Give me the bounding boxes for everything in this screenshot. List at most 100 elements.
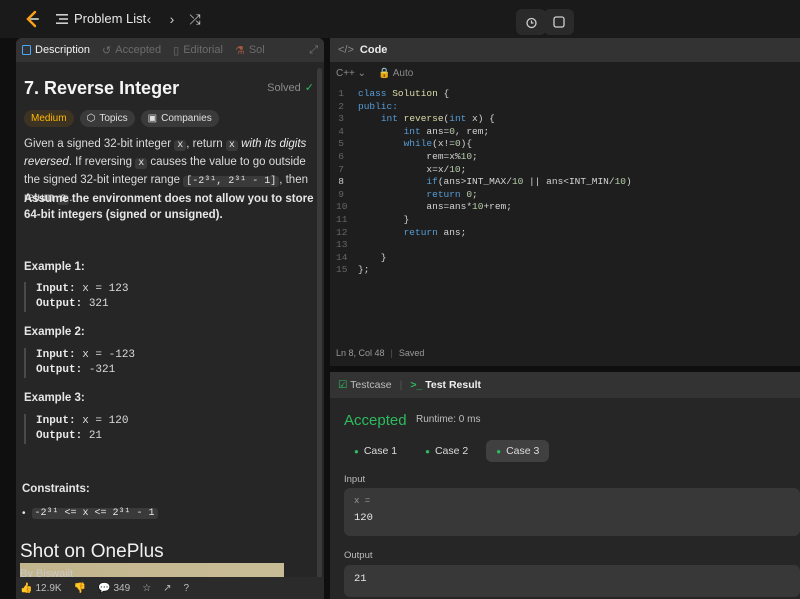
thumbs-up-icon: 👍 <box>20 582 33 594</box>
code-text: return 0; <box>426 188 478 200</box>
terminal-icon: >_ <box>410 379 423 391</box>
language-select[interactable]: C++ ⌄ <box>336 68 366 79</box>
line-number: 12 <box>336 226 348 238</box>
top-bar: Problem List ‹ › ⤮ <box>0 0 800 38</box>
favorite-icon[interactable]: ☆ <box>142 583 151 594</box>
tab-solutions[interactable]: ⚗ Sol <box>229 38 271 62</box>
code-text: class Solution { <box>358 88 450 99</box>
code-line: 7 x=x/10; <box>336 164 796 177</box>
prev-problem-icon[interactable]: ‹ <box>140 9 158 29</box>
help-icon[interactable]: ? <box>184 583 190 594</box>
code-text: }; <box>358 264 370 276</box>
expand-icon[interactable]: ⤢ <box>309 44 318 57</box>
notes-button[interactable] <box>544 9 574 35</box>
example-heading: Example 3: <box>24 392 85 404</box>
tab-description[interactable]: Description <box>16 38 96 62</box>
shuffle-icon[interactable]: ⤮ <box>186 9 204 29</box>
book-icon: ▯ <box>173 44 180 57</box>
topics-button[interactable]: ⬡ Topics <box>79 110 135 127</box>
example-heading: Example 1: <box>24 261 85 273</box>
line-number: 10 <box>336 201 348 213</box>
tab-testcase[interactable]: ☑ Testcase <box>338 379 392 391</box>
code-line: 6 rem=x%10; <box>336 151 796 164</box>
test-panel: ☑ Testcase | >_ Test Result Accepted Run… <box>330 372 800 599</box>
line-number: 3 <box>338 113 344 125</box>
line-number: 11 <box>336 213 348 225</box>
like-button[interactable]: 👍 12.9K <box>20 583 62 594</box>
timer-button[interactable] <box>516 9 546 35</box>
difficulty-badge[interactable]: Medium <box>24 110 74 127</box>
code-line: 1 class Solution { <box>336 88 796 101</box>
alarm-icon <box>525 17 537 28</box>
checkbox-icon: ☑ <box>338 379 348 391</box>
code-header: </> Code <box>330 38 800 62</box>
case-tab[interactable]: ● Case 3 <box>486 440 550 462</box>
output-label: Output <box>344 550 373 561</box>
line-number: 8 <box>338 176 344 188</box>
input-label: Input <box>344 474 366 485</box>
thumbs-down-icon: 👎 <box>73 582 87 594</box>
comment-icon: 💬 <box>98 582 111 594</box>
description-tabs: Description ↺ Accepted ▯ Editorial ⚗ Sol… <box>16 38 324 62</box>
document-icon <box>22 45 31 55</box>
dot-icon: ● <box>354 446 359 456</box>
constraint-item: • -2³¹ <= x <= 2³¹ - 1 <box>22 508 158 519</box>
line-number: 4 <box>338 125 344 137</box>
code-line: 13 <box>336 239 796 252</box>
note-icon <box>553 16 565 28</box>
leetcode-logo-icon[interactable] <box>24 10 40 28</box>
auto-toggle[interactable]: 🔒 Auto <box>378 68 413 79</box>
line-number: 5 <box>338 138 344 150</box>
example-box: Input: x = 123 Output: 321 <box>24 282 314 312</box>
dot-icon: ● <box>425 446 430 456</box>
line-number: 9 <box>338 188 344 200</box>
problem-list-link[interactable]: Problem List <box>74 11 146 26</box>
code-text: return ans; <box>403 226 467 238</box>
code-icon: </> <box>338 44 354 56</box>
tab-accepted[interactable]: ↺ Accepted <box>96 38 167 62</box>
line-number: 1 <box>338 88 344 99</box>
input-box: x = 120 <box>344 488 800 536</box>
runtime: Runtime: 0 ms <box>416 414 481 425</box>
code-line: 15}; <box>336 264 796 277</box>
line-number: 2 <box>338 100 344 112</box>
tab-editorial[interactable]: ▯ Editorial <box>167 38 229 62</box>
code-text: if(ans>INT_MAX/10 || ans<INT_MIN/10) <box>426 176 632 188</box>
companies-button[interactable]: ▣ Companies <box>140 110 219 127</box>
problem-title: 7. Reverse Integer <box>24 78 180 98</box>
code-line: 4 int ans=0, rem; <box>336 126 796 139</box>
share-icon[interactable]: ↗ <box>163 583 171 594</box>
dot-icon: ● <box>496 446 502 456</box>
tag-icon: ⬡ <box>86 113 96 124</box>
code-text: } <box>358 251 387 263</box>
editor-status: Ln 8, Col 48 | Saved <box>336 348 425 358</box>
line-number: 13 <box>336 239 348 251</box>
code-text: int ans=0, rem; <box>403 125 490 137</box>
line-number: 15 <box>336 264 348 276</box>
comments-button[interactable]: 💬 349 <box>98 583 130 594</box>
code-text: int reverse(int x) { <box>380 113 495 125</box>
code-editor[interactable]: 1 class Solution { 2 public: 3 int reverse(i… <box>336 88 796 277</box>
line-number: 7 <box>338 163 344 175</box>
input-value: 120 <box>354 512 373 524</box>
tab-test-result[interactable]: >_ Test Result <box>410 379 481 391</box>
code-line: 14 } <box>336 252 796 265</box>
camera-watermark: Shot on OnePlus <box>20 541 164 562</box>
list-icon[interactable] <box>56 13 68 25</box>
code-panel: </> Code C++ ⌄ 🔒 Auto 1 class Solution { 2… <box>330 38 800 366</box>
save-status: Saved <box>398 348 425 358</box>
verdict: Accepted <box>344 412 407 429</box>
code-line: 2 public: <box>336 101 796 114</box>
scrollbar[interactable] <box>317 68 322 588</box>
case-tab[interactable]: ● Case 1 <box>344 440 407 462</box>
code-text: } <box>358 213 410 225</box>
bullet-icon: • <box>22 508 26 519</box>
case-tab[interactable]: ● Case 2 <box>415 440 478 462</box>
next-problem-icon[interactable]: › <box>163 9 181 29</box>
code-text: ans=ans*10+rem; <box>358 201 512 213</box>
problem-tags: Medium ⬡ Topics ▣ Companies <box>24 110 219 127</box>
code-text: rem=x%10; <box>358 150 478 162</box>
dislike-button[interactable]: 👎 <box>74 583 86 594</box>
test-tabs: ☑ Testcase | >_ Test Result <box>330 372 800 398</box>
description-footer: 👍 12.9K 👎 💬 349 ☆ ↗ ? <box>16 577 324 599</box>
